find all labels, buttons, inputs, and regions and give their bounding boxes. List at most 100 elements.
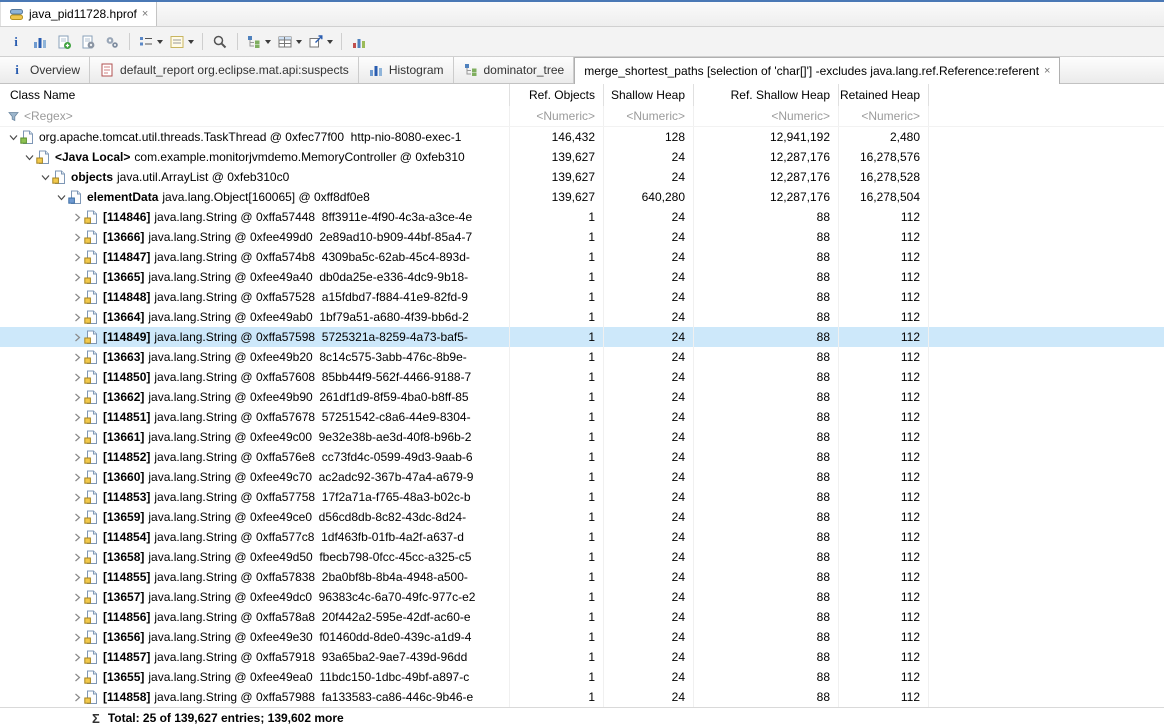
- view-tab-1[interactable]: default_report org.eclipse.mat.api:suspe…: [90, 57, 359, 83]
- run-expert-report-icon[interactable]: [77, 31, 99, 53]
- view-tab-0[interactable]: i Overview: [0, 57, 91, 83]
- table-row[interactable]: [13664] java.lang.String @ 0xfee49ab0 1bf…: [0, 307, 1164, 327]
- table-row[interactable]: [114855] java.lang.String @ 0xffa57838 2b…: [0, 567, 1164, 587]
- grouping-dropdown[interactable]: [136, 31, 165, 53]
- chevron-collapsed-icon[interactable]: [70, 613, 84, 622]
- close-icon[interactable]: ×: [1044, 65, 1050, 77]
- table-row[interactable]: [13655] java.lang.String @ 0xfee49ea0 11b…: [0, 667, 1164, 687]
- customize-table-dropdown[interactable]: [275, 31, 304, 53]
- info-icon[interactable]: i: [5, 31, 27, 53]
- column-header-class-name[interactable]: Class Name: [0, 84, 510, 106]
- table-row[interactable]: [114849] java.lang.String @ 0xffa57598 57…: [0, 327, 1164, 347]
- table-row[interactable]: elementData java.lang.Object[160065] @ 0x…: [0, 187, 1164, 207]
- table-row[interactable]: objects java.util.ArrayList @ 0xfeb310c0 1…: [0, 167, 1164, 187]
- numeric-filter-cell[interactable]: <Numeric>: [510, 106, 604, 126]
- column-header-ref-objects[interactable]: Ref. Objects: [510, 84, 604, 106]
- view-tab-4[interactable]: merge_shortest_paths [selection of 'char…: [574, 57, 1061, 84]
- chevron-collapsed-icon[interactable]: [70, 513, 84, 522]
- table-row[interactable]: [114846] java.lang.String @ 0xffa57448 8f…: [0, 207, 1164, 227]
- string-object-icon: [84, 490, 100, 504]
- chevron-collapsed-icon[interactable]: [70, 333, 84, 342]
- chevron-collapsed-icon[interactable]: [70, 393, 84, 402]
- table-row[interactable]: [13661] java.lang.String @ 0xfee49c00 9e3…: [0, 427, 1164, 447]
- table-row[interactable]: [13657] java.lang.String @ 0xfee49dc0 963…: [0, 587, 1164, 607]
- view-tab-2[interactable]: Histogram: [359, 57, 454, 83]
- table-row[interactable]: [114857] java.lang.String @ 0xffa57918 93…: [0, 647, 1164, 667]
- view-tab-3[interactable]: dominator_tree: [454, 57, 575, 83]
- value-cell: 112: [839, 467, 929, 487]
- dropdown-arrow-icon[interactable]: [157, 39, 163, 44]
- editor-tab-hprof[interactable]: java_pid11728.hprof ×: [0, 2, 158, 26]
- export-dropdown[interactable]: [306, 31, 335, 53]
- table-row[interactable]: [13666] java.lang.String @ 0xfee499d0 2e8…: [0, 227, 1164, 247]
- column-header-retained-heap[interactable]: Retained Heap: [839, 84, 929, 106]
- chevron-collapsed-icon[interactable]: [70, 313, 84, 322]
- chevron-collapsed-icon[interactable]: [70, 213, 84, 222]
- statistics-icon[interactable]: [348, 31, 370, 53]
- dropdown-arrow-icon[interactable]: [265, 39, 271, 44]
- table-row[interactable]: [114848] java.lang.String @ 0xffa57528 a1…: [0, 287, 1164, 307]
- chevron-collapsed-icon[interactable]: [70, 233, 84, 242]
- chevron-expanded-icon[interactable]: [54, 193, 68, 202]
- chevron-collapsed-icon[interactable]: [70, 293, 84, 302]
- thread-view-dropdown[interactable]: [244, 31, 273, 53]
- toolbar-separator: [341, 33, 342, 50]
- table-row[interactable]: [114853] java.lang.String @ 0xffa57758 17…: [0, 487, 1164, 507]
- chevron-collapsed-icon[interactable]: [70, 653, 84, 662]
- chevron-collapsed-icon[interactable]: [70, 673, 84, 682]
- chevron-collapsed-icon[interactable]: [70, 493, 84, 502]
- table-row[interactable]: [13659] java.lang.String @ 0xfee49ce0 d56…: [0, 507, 1164, 527]
- table-row[interactable]: [13658] java.lang.String @ 0xfee49d50 fbe…: [0, 547, 1164, 567]
- table-row[interactable]: org.apache.tomcat.util.threads.TaskThrea…: [0, 127, 1164, 147]
- table-row[interactable]: [114854] java.lang.String @ 0xffa577c8 1d…: [0, 527, 1164, 547]
- chevron-collapsed-icon[interactable]: [70, 253, 84, 262]
- class-name-cell: [13655] java.lang.String @ 0xfee49ea0 11b…: [0, 667, 510, 687]
- chevron-expanded-icon[interactable]: [38, 173, 52, 182]
- class-name-cell: [13660] java.lang.String @ 0xfee49c70 ac2…: [0, 467, 510, 487]
- chevron-collapsed-icon[interactable]: [70, 453, 84, 462]
- dropdown-arrow-icon[interactable]: [296, 39, 302, 44]
- chevron-collapsed-icon[interactable]: [70, 413, 84, 422]
- regex-filter-cell[interactable]: <Regex>: [0, 106, 510, 126]
- chevron-collapsed-icon[interactable]: [70, 573, 84, 582]
- chevron-collapsed-icon[interactable]: [70, 633, 84, 642]
- table-row[interactable]: <Java Local> com.example.monitorjvmdemo.M…: [0, 147, 1164, 167]
- chevron-collapsed-icon[interactable]: [70, 433, 84, 442]
- chevron-expanded-icon[interactable]: [6, 133, 20, 142]
- numeric-filter-cell[interactable]: <Numeric>: [604, 106, 694, 126]
- table-row[interactable]: [13656] java.lang.String @ 0xfee49e30 f01…: [0, 627, 1164, 647]
- gears-icon[interactable]: [101, 31, 123, 53]
- table-row[interactable]: [13663] java.lang.String @ 0xfee49b20 8c1…: [0, 347, 1164, 367]
- table-row[interactable]: [13662] java.lang.String @ 0xfee49b90 261…: [0, 387, 1164, 407]
- chevron-collapsed-icon[interactable]: [70, 473, 84, 482]
- chevron-collapsed-icon[interactable]: [70, 533, 84, 542]
- chevron-collapsed-icon[interactable]: [70, 693, 84, 702]
- histogram-icon[interactable]: [29, 31, 51, 53]
- table-row[interactable]: [114852] java.lang.String @ 0xffa576e8 cc…: [0, 447, 1164, 467]
- column-header-ref-shallow-heap[interactable]: Ref. Shallow Heap: [694, 84, 839, 106]
- value-cell: 24: [604, 447, 694, 467]
- table-row[interactable]: [114856] java.lang.String @ 0xffa578a8 20…: [0, 607, 1164, 627]
- chevron-expanded-icon[interactable]: [22, 153, 36, 162]
- table-row[interactable]: [114850] java.lang.String @ 0xffa57608 85…: [0, 367, 1164, 387]
- table-row[interactable]: [13660] java.lang.String @ 0xfee49c70 ac2…: [0, 467, 1164, 487]
- numeric-filter-cell[interactable]: <Numeric>: [694, 106, 839, 126]
- dropdown-arrow-icon[interactable]: [188, 39, 194, 44]
- table-row[interactable]: [114851] java.lang.String @ 0xffa57678 57…: [0, 407, 1164, 427]
- column-header-shallow-heap[interactable]: Shallow Heap: [604, 84, 694, 106]
- search-icon[interactable]: [209, 31, 231, 53]
- chevron-collapsed-icon[interactable]: [70, 273, 84, 282]
- table-row[interactable]: [13665] java.lang.String @ 0xfee49a40 db0…: [0, 267, 1164, 287]
- chevron-collapsed-icon[interactable]: [70, 553, 84, 562]
- chevron-collapsed-icon[interactable]: [70, 593, 84, 602]
- chevron-collapsed-icon[interactable]: [70, 373, 84, 382]
- table-row[interactable]: [114847] java.lang.String @ 0xffa574b8 43…: [0, 247, 1164, 267]
- dropdown-arrow-icon[interactable]: [327, 39, 333, 44]
- close-icon[interactable]: ×: [142, 8, 148, 20]
- numeric-filter-cell[interactable]: <Numeric>: [839, 106, 929, 126]
- create-report-icon[interactable]: [53, 31, 75, 53]
- table-row[interactable]: [114858] java.lang.String @ 0xffa57988 fa…: [0, 687, 1164, 707]
- calculate-retained-dropdown[interactable]: [167, 31, 196, 53]
- chevron-collapsed-icon[interactable]: [70, 353, 84, 362]
- field-name: [114849]: [103, 330, 151, 344]
